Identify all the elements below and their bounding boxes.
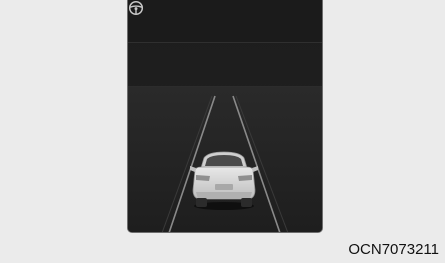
- driving-scene: [128, 0, 322, 232]
- figure: OCN7073211: [0, 0, 445, 263]
- cluster-display-screen: [127, 0, 323, 233]
- top-info-bar: [128, 0, 322, 42]
- steering-wheel-icon: [128, 0, 144, 16]
- figure-code-label: OCN7073211: [348, 241, 439, 258]
